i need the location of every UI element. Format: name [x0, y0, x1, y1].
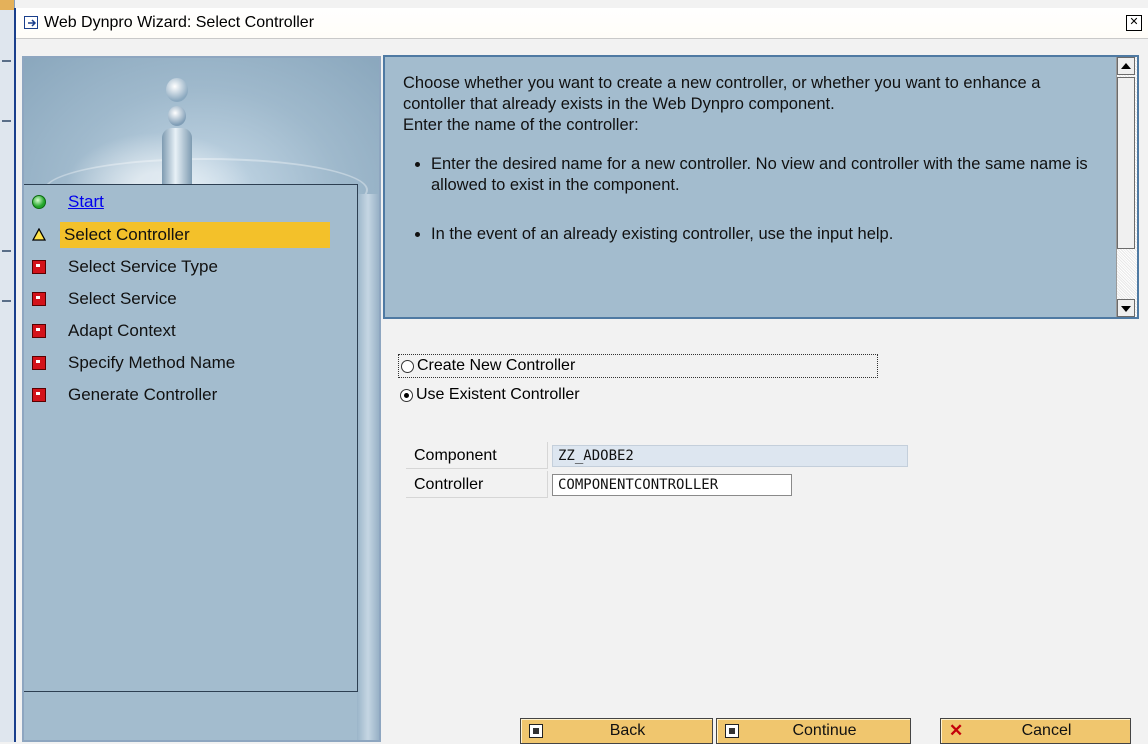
- controller-field[interactable]: COMPONENTCONTROLLER: [552, 474, 792, 496]
- cancel-button[interactable]: ✕ Cancel: [940, 718, 1131, 744]
- description-para: Choose whether you want to create a new …: [403, 74, 1041, 113]
- description-box: Choose whether you want to create a new …: [383, 55, 1139, 319]
- cancel-label: Cancel: [1021, 722, 1072, 739]
- step-label: Specify Method Name: [68, 353, 236, 372]
- description-bullet: In the event of an already existing cont…: [431, 224, 1093, 245]
- component-label: Component: [406, 442, 548, 469]
- arrow-up-icon: [1121, 63, 1131, 69]
- continue-label: Continue: [792, 722, 857, 739]
- step-label: Adapt Context: [68, 321, 176, 340]
- dialog-title: Web Dynpro Wizard: Select Controller: [44, 14, 315, 31]
- green-circle-icon: [32, 195, 46, 209]
- component-row: Component ZZ_ADOBE2: [406, 442, 908, 470]
- step-start[interactable]: Start: [24, 187, 336, 217]
- step-label: Generate Controller: [68, 385, 218, 404]
- step-label: Select Service: [68, 289, 177, 308]
- title-bar: Web Dynpro Wizard: Select Controller ✕: [16, 8, 1148, 39]
- background-mark: [2, 250, 11, 252]
- use-existent-controller-option[interactable]: Use Existent Controller: [398, 386, 580, 404]
- red-square-icon: [32, 356, 46, 370]
- step-adapt-context[interactable]: Adapt Context: [24, 316, 336, 346]
- background-mark: [2, 300, 11, 302]
- scroll-up-button[interactable]: [1117, 57, 1135, 75]
- warning-triangle-icon: [31, 227, 47, 242]
- controller-label: Controller: [406, 471, 548, 498]
- close-icon[interactable]: ✕: [1126, 15, 1142, 31]
- background-mark: [2, 120, 11, 122]
- controller-row: Controller COMPONENTCONTROLLER: [406, 471, 792, 499]
- description-para: Enter the name of the controller:: [403, 116, 639, 134]
- cancel-x-icon: ✕: [949, 721, 964, 740]
- step-label[interactable]: Start: [64, 189, 108, 215]
- step-label: Select Controller: [60, 222, 330, 248]
- description-bullets: Enter the desired name for a new control…: [403, 154, 1093, 245]
- component-field: ZZ_ADOBE2: [552, 445, 908, 467]
- step-specify-method-name[interactable]: Specify Method Name: [24, 348, 336, 378]
- description-text: Choose whether you want to create a new …: [403, 73, 1093, 273]
- dialog-icon: [24, 16, 40, 30]
- background-corner: [0, 0, 14, 10]
- description-scrollbar[interactable]: [1116, 57, 1137, 317]
- continue-icon: [725, 724, 739, 738]
- use-existent-label[interactable]: Use Existent Controller: [416, 386, 580, 404]
- arrow-down-icon: [1121, 306, 1131, 312]
- step-select-controller[interactable]: Select Controller: [24, 220, 336, 250]
- red-square-icon: [32, 388, 46, 402]
- step-label: Select Service Type: [68, 257, 218, 276]
- description-bullet: Enter the desired name for a new control…: [431, 154, 1093, 196]
- wizard-dialog: Web Dynpro Wizard: Select Controller ✕ S…: [14, 8, 1148, 744]
- water-drop-image: [24, 58, 379, 194]
- scroll-down-button[interactable]: [1117, 299, 1135, 317]
- create-new-controller-option[interactable]: Create New Controller: [398, 354, 878, 378]
- background-mark: [2, 60, 11, 62]
- red-square-icon: [32, 324, 46, 338]
- back-button[interactable]: Back: [520, 718, 713, 744]
- back-label: Back: [609, 722, 646, 739]
- create-new-radio[interactable]: [401, 359, 414, 373]
- back-icon: [529, 724, 543, 738]
- background-app-strip: [0, 0, 15, 742]
- use-existent-radio[interactable]: [400, 388, 413, 402]
- red-square-icon: [32, 292, 46, 306]
- continue-button[interactable]: Continue: [716, 718, 911, 744]
- decorative-strip: [357, 194, 379, 740]
- red-square-icon: [32, 260, 46, 274]
- wizard-steps-list: Start Select Controller Select Service T…: [24, 184, 358, 692]
- step-generate-controller[interactable]: Generate Controller: [24, 380, 336, 410]
- wizard-steps-panel: Start Select Controller Select Service T…: [22, 56, 381, 742]
- create-new-label[interactable]: Create New Controller: [417, 357, 575, 375]
- step-select-service-type[interactable]: Select Service Type: [24, 252, 336, 282]
- step-select-service[interactable]: Select Service: [24, 284, 336, 314]
- scroll-thumb[interactable]: [1117, 77, 1135, 249]
